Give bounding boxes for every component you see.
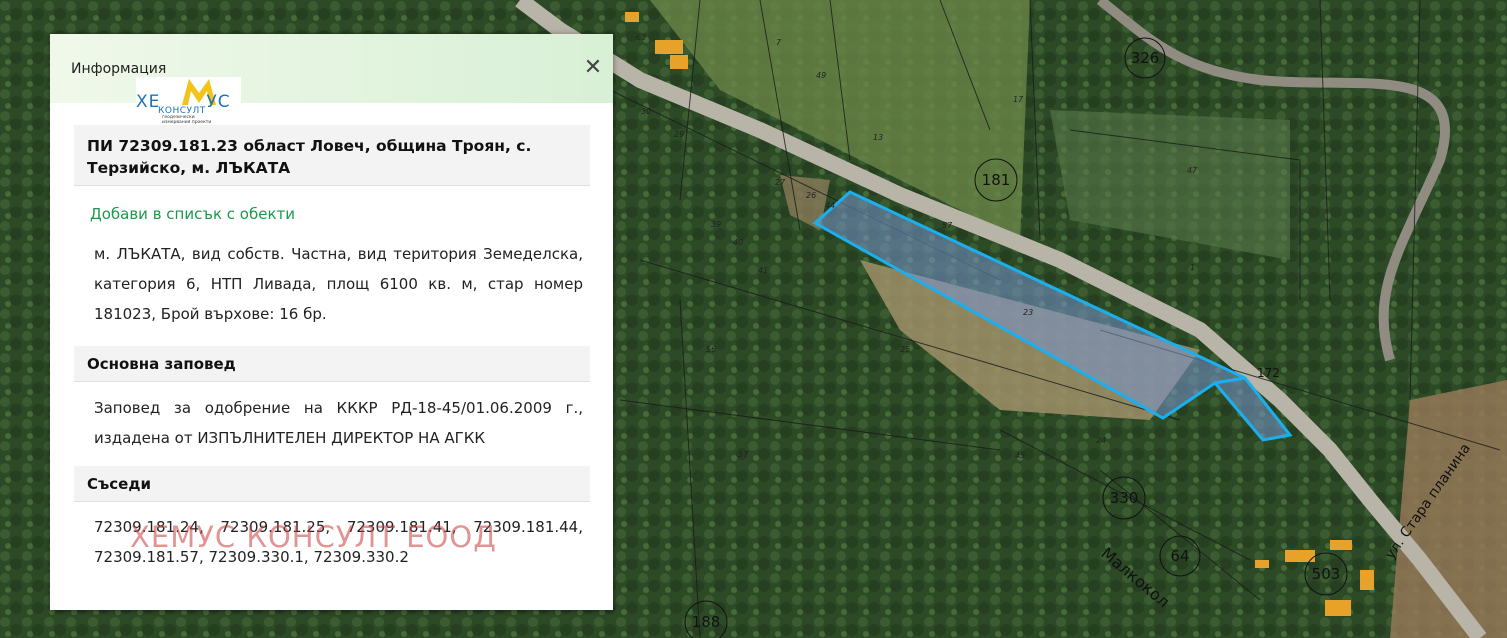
map-parcel-label: 40: [733, 238, 743, 247]
map-circle-label: 188: [692, 613, 721, 631]
map-parcel-label: 39: [711, 220, 721, 229]
map-parcel-label: 49: [816, 71, 826, 80]
map-parcel-label: 44: [825, 201, 835, 210]
parcel-title: ПИ 72309.181.23 област Ловеч, община Тро…: [74, 125, 590, 186]
map-parcel-label: 45: [1015, 451, 1025, 460]
map-parcel-label: 23: [1023, 308, 1033, 317]
map-parcel-label: 47: [1187, 166, 1198, 175]
logo-word-left: ХЕ: [136, 92, 161, 112]
map-circle-label: 326: [1131, 49, 1160, 67]
panel-title: Информация: [71, 61, 167, 77]
map-circle-label: 503: [1312, 565, 1341, 583]
company-logo: ХЕ УС КОНСУЛТ геодезически измервания про…: [136, 77, 241, 130]
map-parcel-label: 26: [806, 191, 816, 200]
map-parcel-label: 17: [1013, 95, 1024, 104]
panel-header: Информация ✕: [50, 34, 613, 103]
map-circle-label: 64: [1170, 547, 1189, 565]
order-heading: Основна заповед: [74, 346, 590, 382]
map-circle-label: 330: [1110, 489, 1139, 507]
map-parcel-label: 56: [706, 345, 716, 354]
map-parcel-label: 41: [758, 266, 768, 275]
map-parcel-label: 30: [641, 107, 651, 116]
map-parcel-label: 29: [674, 130, 684, 139]
watermark: ХЕМУС КОНСУЛТ ЕООД: [130, 520, 497, 554]
map-parcel-label: 57: [738, 450, 749, 459]
close-button[interactable]: ✕: [580, 56, 606, 82]
map-parcel-label: 63: [636, 33, 646, 42]
map-parcel-label: 1: [1190, 263, 1195, 272]
map-parcel-label: 13: [873, 133, 883, 142]
map-circle-label: 181: [982, 171, 1011, 189]
map-parcel-label: 25: [900, 345, 910, 354]
map-parcel-label: 24: [1096, 436, 1106, 445]
logo-word-right: УС: [206, 92, 231, 112]
order-text: Заповед за одобрение на КККР РД-18-45/01…: [94, 399, 583, 447]
map-road-label: 172: [1257, 366, 1280, 380]
map-parcel-label: 57: [942, 221, 953, 230]
neighbors-heading: Съседи: [74, 466, 590, 502]
map-parcel-label: 27: [775, 178, 786, 187]
add-to-objects-link[interactable]: Добави в списък с обекти: [90, 205, 295, 223]
parcel-description: м. ЛЪКАТА, вид собств. Частна, вид терит…: [94, 245, 583, 323]
